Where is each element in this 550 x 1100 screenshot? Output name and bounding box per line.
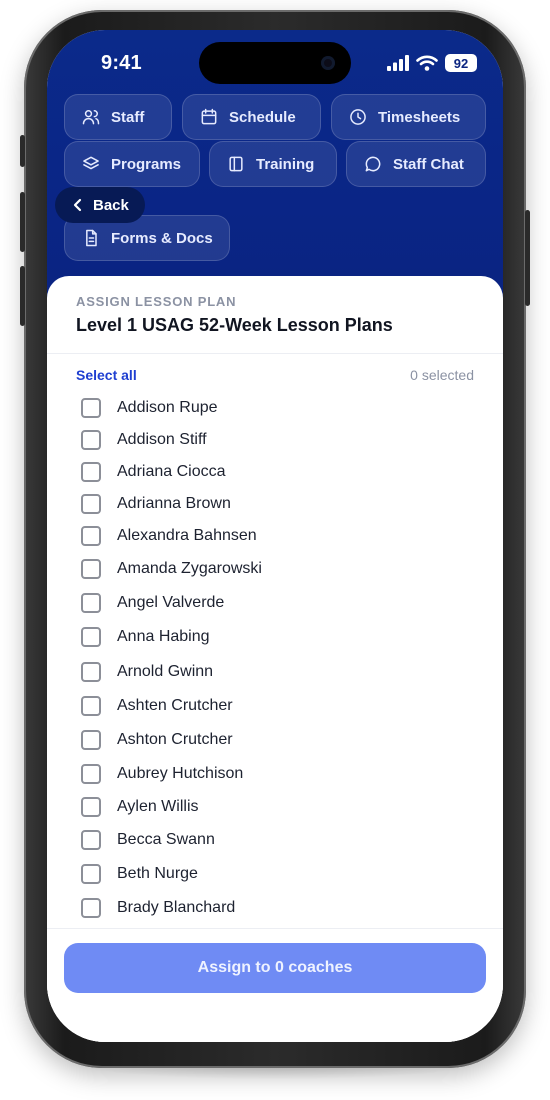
volume-up-button [20,192,25,252]
status-bar: 9:41 92 [47,30,503,94]
list-item[interactable]: Addison Stiff [81,425,207,455]
list-item[interactable]: Adrianna Brown [81,489,231,519]
coach-name: Alexandra Bahnsen [117,527,257,544]
list-item[interactable]: Ashton Crutcher [81,725,233,755]
checkbox[interactable] [81,462,101,482]
chat-bubble-icon [365,156,381,172]
nav-chip-label: Timesheets [378,108,461,126]
volume-down-button [20,266,25,326]
list-item[interactable]: Anna Habing [81,622,210,652]
checkbox[interactable] [81,730,101,750]
clock-icon [350,109,366,125]
list-item[interactable]: Arnold Gwinn [81,657,213,687]
assign-lesson-plan-sheet: ASSIGN LESSON PLAN Level 1 USAG 52-Week … [47,276,503,1042]
checkbox[interactable] [81,559,101,579]
list-item[interactable]: Alexandra Bahnsen [81,521,257,551]
checkbox[interactable] [81,797,101,817]
checkbox[interactable] [81,830,101,850]
users-icon [82,110,100,125]
status-time: 9:41 [101,52,142,74]
list-item[interactable]: Aubrey Hutchison [81,759,243,789]
nav-chip-staff[interactable]: Staff [64,94,172,140]
list-item[interactable]: Becca Swann [81,825,215,855]
coach-name: Arnold Gwinn [117,663,214,680]
action-button [20,135,25,167]
sheet-title: Level 1 USAG 52-Week Lesson Plans [76,315,393,335]
nav-chip-label: Forms & Docs [111,229,213,247]
checkbox[interactable] [81,593,101,613]
battery-indicator: 92 [445,54,477,72]
coach-name: Ashten Crutcher [117,697,233,714]
checkbox[interactable] [81,526,101,546]
chevron-left-icon [73,198,82,212]
nav-chip-label: Schedule [229,108,296,126]
nav-chip-staff-chat[interactable]: Staff Chat [346,141,486,187]
nav-chip-programs[interactable]: Programs [64,141,200,187]
coach-name: Addison Stiff [117,431,207,448]
front-camera-icon [321,56,335,70]
checkbox[interactable] [81,398,101,418]
coach-name: Becca Swann [117,831,215,848]
coach-name: Addison Rupe [117,399,218,416]
book-icon [229,156,243,172]
layers-icon [83,156,99,170]
coach-name: Aylen Willis [117,798,199,815]
nav-chip-training[interactable]: Training [209,141,337,187]
power-button [525,210,530,306]
coach-name: Ashton Crutcher [117,731,233,748]
checkbox[interactable] [81,662,101,682]
coach-name: Adrianna Brown [117,495,231,512]
checkbox[interactable] [81,494,101,514]
back-button[interactable]: Back [55,187,145,223]
back-button-label: Back [93,196,129,214]
list-item[interactable]: Adriana Ciocca [81,457,226,487]
calendar-icon [201,108,217,125]
checkbox[interactable] [81,696,101,716]
list-item[interactable]: Ashten Crutcher [81,691,233,721]
checkbox[interactable] [81,864,101,884]
coach-name: Anna Habing [117,628,210,645]
nav-chip-label: Programs [111,155,182,173]
coach-name: Angel Valverde [117,594,225,611]
list-item[interactable]: Beth Nurge [81,859,198,889]
phone-screen: 9:41 92 Staff Schedule Timesheets Progra… [47,30,503,1042]
document-icon [86,229,97,247]
assign-coaches-button[interactable]: Assign to 0 coaches [64,943,486,993]
checkbox[interactable] [81,430,101,450]
sheet-footer: Assign to 0 coaches [47,928,503,1042]
sheet-header: ASSIGN LESSON PLAN Level 1 USAG 52-Week … [47,276,503,354]
dynamic-island [199,42,351,84]
list-item[interactable]: Amanda Zygarowski [81,554,262,584]
checkbox[interactable] [81,898,101,918]
list-item[interactable]: Brady Blanchard [81,893,235,923]
nav-chip-schedule[interactable]: Schedule [182,94,321,140]
select-all-link[interactable]: Select all [76,367,137,383]
selected-count: 0 selected [410,367,474,383]
coach-name: Adriana Ciocca [117,463,226,480]
list-item[interactable]: Angel Valverde [81,588,224,618]
coach-name: Beth Nurge [117,865,198,882]
checkbox[interactable] [81,764,101,784]
checkbox[interactable] [81,627,101,647]
list-item[interactable]: Aylen Willis [81,792,199,822]
status-icons: 92 [387,54,477,72]
sheet-eyebrow: ASSIGN LESSON PLAN [76,294,237,309]
coach-name: Aubrey Hutchison [117,765,244,782]
nav-chip-label: Staff Chat [393,155,464,173]
wifi-icon [416,55,438,71]
nav-chip-label: Training [256,155,315,173]
coach-name: Brady Blanchard [117,899,236,916]
list-item[interactable]: Addison Rupe [81,393,218,423]
coach-name: Amanda Zygarowski [117,560,262,577]
nav-chip-timesheets[interactable]: Timesheets [331,94,486,140]
cellular-signal-icon [387,55,409,71]
nav-chip-label: Staff [111,108,145,126]
